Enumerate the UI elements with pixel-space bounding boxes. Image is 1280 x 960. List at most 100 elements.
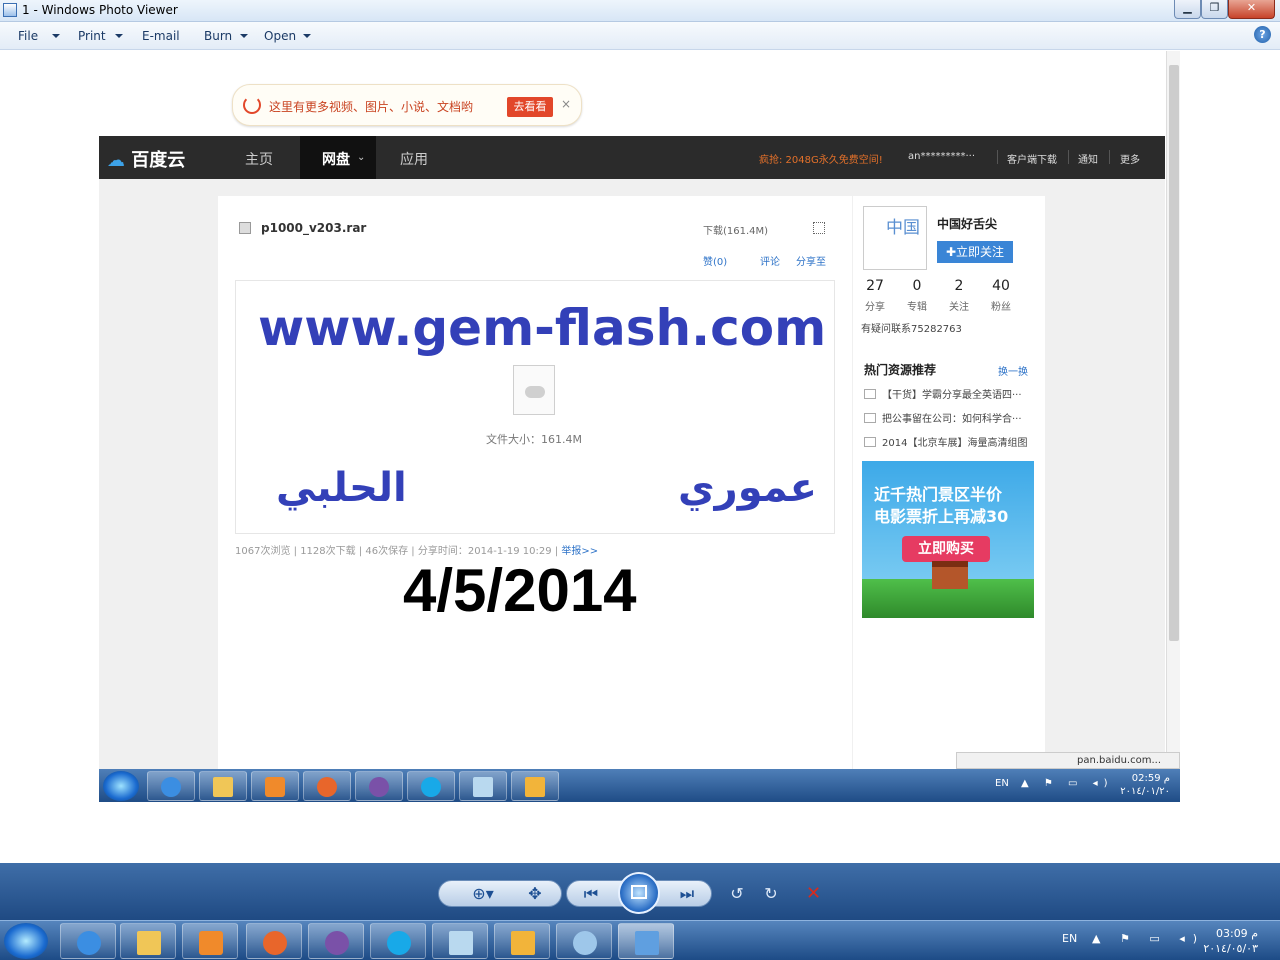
ie-icon	[77, 931, 101, 955]
skype-icon	[387, 931, 411, 955]
stat-following: 2 关注	[939, 278, 979, 313]
arabic-name-right: عموري	[678, 465, 817, 511]
app-icon	[3, 3, 17, 17]
menu-file[interactable]: File	[18, 29, 38, 43]
rotate-right-icon[interactable]: ↻	[760, 884, 782, 903]
inner-clock: 02:59 م ٢٠١٤/٠١/٢٠	[1100, 772, 1170, 798]
notepad-icon	[473, 777, 493, 797]
media-task[interactable]	[182, 923, 238, 959]
clock-time: 03:09 م	[1215, 927, 1258, 940]
menu-print[interactable]: Print	[78, 29, 106, 43]
viber-icon	[369, 777, 389, 797]
zoom-icon[interactable]: ⊕▾	[466, 884, 500, 903]
start-button[interactable]	[4, 923, 48, 959]
maximize-button[interactable]: ❐	[1201, 0, 1228, 19]
ad-buy-button: 立即购买	[902, 536, 990, 562]
file-size: 文件大小：161.4M	[486, 433, 582, 446]
burn-dropdown-icon[interactable]	[240, 34, 248, 38]
notepad-icon	[449, 931, 473, 955]
delete-icon[interactable]: ✕	[806, 883, 821, 904]
menu-email[interactable]: E-mail	[142, 29, 180, 43]
close-button[interactable]: ✕	[1228, 0, 1275, 19]
stat-saves: 46次保存	[365, 546, 409, 557]
nav-netdisk: 网盘	[322, 152, 350, 168]
ie-task[interactable]	[60, 923, 116, 959]
like-link: 赞(0)	[703, 257, 728, 268]
print-dropdown-icon[interactable]	[115, 34, 123, 38]
nav-notify: 通知	[1078, 155, 1098, 166]
stat-value: 40	[992, 278, 1010, 294]
rec-item: 把公事留在公司：如何科学合···	[864, 410, 1022, 425]
file-card: p1000_v203.rar 下载(161.4M) 赞(0) 评论 分享至 ww…	[218, 196, 852, 776]
ad-temple-icon	[932, 561, 968, 589]
notepad-task[interactable]	[432, 923, 488, 959]
inner-app-task	[511, 771, 559, 801]
explorer-task[interactable]	[120, 923, 176, 959]
minimize-button[interactable]: ▁	[1174, 0, 1201, 19]
file-icon	[239, 222, 251, 234]
browser-scrollbar	[1166, 51, 1180, 771]
tip-go-button: 去看看	[507, 97, 553, 117]
help-icon[interactable]: ?	[1254, 26, 1271, 43]
nav-divider	[1068, 150, 1069, 164]
photo-viewer-task[interactable]	[618, 923, 674, 959]
swap-link: 换一换	[998, 367, 1028, 378]
baidu-nav-bar: ☁ 百度云 主页 网盘 ⌄ 应用 疯抢: 2048G永久免费空间! an****…	[99, 136, 1165, 179]
next-icon[interactable]: ⏭	[676, 884, 698, 904]
firefox-task[interactable]	[246, 923, 302, 959]
rec-item: 2014【北京车展】海量高清组图	[864, 434, 1027, 449]
inner-ie-task	[147, 771, 195, 801]
menu-open[interactable]: Open	[264, 29, 296, 43]
menu-burn[interactable]: Burn	[204, 29, 232, 43]
nav-user: an*********···	[908, 151, 976, 162]
title-bar: 1 - Windows Photo Viewer ▁ ❐ ✕	[0, 0, 1280, 22]
file-name: p1000_v203.rar	[261, 221, 367, 235]
firefox-icon	[263, 931, 287, 955]
clock[interactable]: 03:09 م ٢٠١٤/٠٥/٠٣	[1178, 926, 1258, 956]
paint-icon	[573, 931, 597, 955]
stat-downloads: 1128次下载	[300, 546, 356, 557]
nav-promo: 疯抢: 2048G永久免费空间!	[759, 155, 883, 166]
contact-text: 有疑问联系75282763	[861, 324, 962, 335]
nav-client-download: 客户端下载	[1007, 155, 1057, 166]
rec-item: 【干货】学霸分享最全英语四···	[864, 386, 1022, 401]
tip-text: 这里有更多视频、图片、小说、文档哟	[269, 100, 474, 114]
window-title: 1 - Windows Photo Viewer	[22, 3, 178, 17]
file-preview: www.gem-flash.com 文件大小：161.4M الحلبي عمو…	[235, 280, 835, 534]
slideshow-button[interactable]	[618, 872, 660, 914]
nav-netdisk-caret: ⌄	[357, 152, 366, 163]
skype-task[interactable]	[370, 923, 426, 959]
app-icon	[511, 931, 535, 955]
inner-taskbar: EN ▲ ⚑ ▭ ◂) 02:59 م ٢٠١٤/٠١/٢٠	[99, 769, 1180, 802]
viber-icon	[325, 931, 349, 955]
firefox-icon	[317, 777, 337, 797]
ie-icon	[161, 777, 181, 797]
overlay-date: 4/5/2014	[403, 557, 637, 624]
stat-value: 0	[912, 278, 922, 294]
stat-share: 27 分享	[855, 278, 895, 313]
promo-tip: 这里有更多视频、图片、小说、文档哟 去看看 ×	[232, 84, 582, 126]
photo-viewer-window: 1 - Windows Photo Viewer ▁ ❐ ✕ File Prin…	[0, 0, 1280, 960]
previous-icon[interactable]: ⏮	[580, 884, 602, 904]
open-dropdown-icon[interactable]	[303, 34, 311, 38]
rotate-left-icon[interactable]: ↺	[726, 884, 748, 903]
media-player-icon	[199, 931, 223, 955]
inner-notepad-task	[459, 771, 507, 801]
app-task[interactable]	[494, 923, 550, 959]
fit-window-icon[interactable]: ✥	[524, 884, 546, 903]
cloud-file-icon	[513, 365, 555, 415]
file-dropdown-icon[interactable]	[52, 34, 60, 38]
nav-apps: 应用	[400, 152, 428, 168]
viber-task[interactable]	[308, 923, 364, 959]
inner-firefox-task	[303, 771, 351, 801]
arabic-name-left: الحلبي	[276, 465, 407, 511]
taskbar: EN ▲ ⚑ ▭ ◂) 03:09 م ٢٠١٤/٠٥/٠٣	[0, 920, 1280, 960]
language-indicator[interactable]: EN	[1062, 932, 1077, 945]
stat-value: 27	[866, 278, 884, 294]
skype-icon	[421, 777, 441, 797]
paint-task[interactable]	[556, 923, 612, 959]
inner-date: ٢٠١٤/٠١/٢٠	[1120, 786, 1170, 797]
stat-label: 分享	[865, 302, 885, 313]
stat-label: 粉丝	[991, 302, 1011, 313]
avatar-text: 中国	[886, 218, 920, 238]
